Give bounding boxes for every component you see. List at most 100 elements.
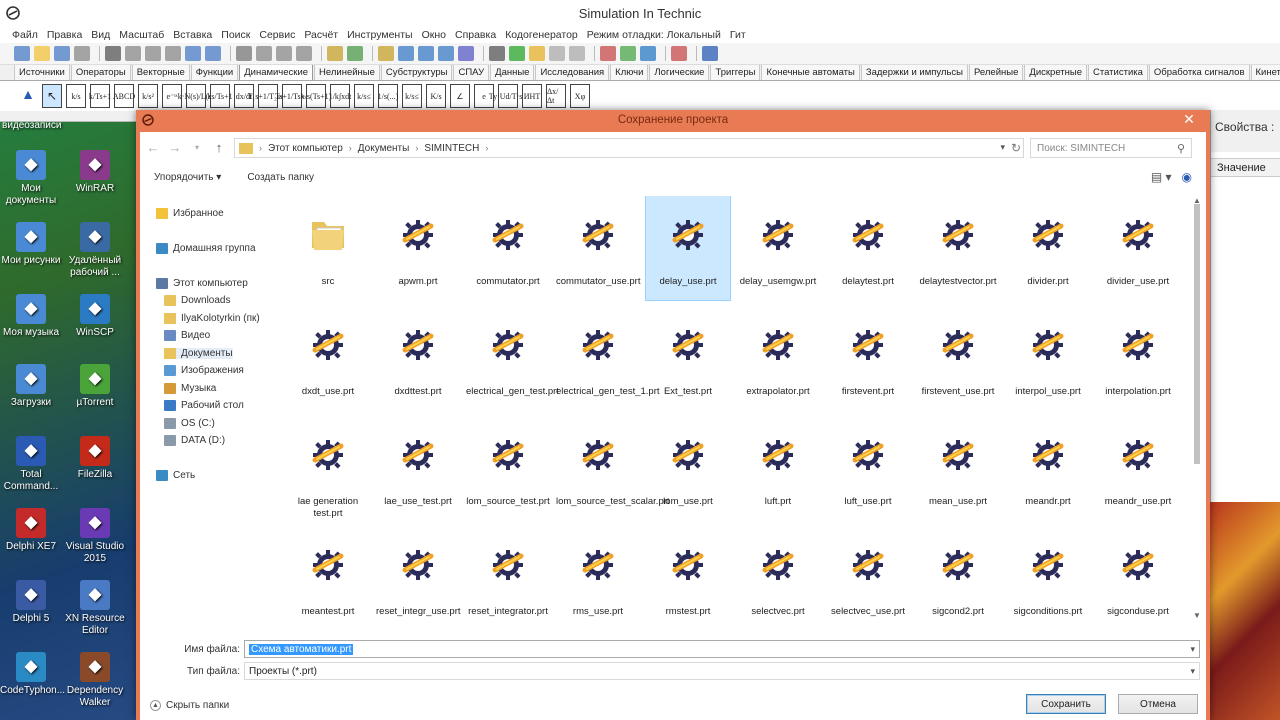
library-tab[interactable]: Обработка сигналов bbox=[1148, 65, 1250, 80]
file-item[interactable]: meandr.prt bbox=[1006, 416, 1090, 520]
file-item[interactable]: delay_usemgw.prt bbox=[736, 196, 820, 300]
library-tab[interactable]: Нелинейные bbox=[314, 65, 380, 80]
library-tab[interactable]: Триггеры bbox=[710, 65, 761, 80]
dynamic-block[interactable]: 1/k∫xdt bbox=[329, 84, 351, 108]
up-arrow-icon[interactable]: ↑ bbox=[210, 138, 228, 156]
desktop-icon-visual-studio[interactable]: ◆ Visual Studio 2015 bbox=[64, 508, 126, 565]
dynamic-block[interactable]: ks/Ts+1 bbox=[207, 84, 233, 108]
file-item[interactable]: firstevent.prt bbox=[826, 306, 910, 410]
file-item[interactable]: luft_use.prt bbox=[826, 416, 910, 520]
desktop-icon-utorrent[interactable]: ◆ µTorrent bbox=[64, 364, 126, 409]
file-item[interactable]: electrical_gen_test_1.prt bbox=[556, 306, 660, 410]
recent-chevron-icon[interactable]: ▾ bbox=[188, 138, 206, 156]
file-item[interactable]: lae_use_test.prt bbox=[376, 416, 460, 520]
file-item[interactable]: reset_integrator.prt bbox=[466, 526, 550, 630]
file-item[interactable]: apwm.prt bbox=[376, 196, 460, 300]
toolbar-button-icon[interactable] bbox=[458, 46, 474, 61]
menu-item[interactable]: Вид bbox=[91, 29, 110, 41]
search-input[interactable]: Поиск: SIMINTECH ⚲ bbox=[1030, 138, 1192, 158]
menu-item[interactable]: Расчёт bbox=[304, 29, 338, 41]
dynamic-block[interactable]: ABCD bbox=[113, 84, 135, 108]
save-button[interactable]: Сохранить bbox=[1026, 694, 1106, 714]
chevron-down-icon[interactable]: ▾ bbox=[1190, 666, 1195, 677]
menu-item[interactable]: Гит bbox=[730, 29, 746, 41]
scroll-down-arrow-icon[interactable]: ▼ bbox=[1192, 611, 1202, 620]
desktop-icon-delphi-xe7[interactable]: ◆ Delphi XE7 bbox=[0, 508, 62, 553]
file-item[interactable]: interpolation.prt bbox=[1096, 306, 1180, 410]
toolbar-button-icon[interactable] bbox=[14, 46, 30, 61]
file-item[interactable]: divider_use.prt bbox=[1096, 196, 1180, 300]
file-item[interactable]: sigconduse.prt bbox=[1096, 526, 1180, 630]
menu-item[interactable]: Окно bbox=[422, 29, 446, 41]
hide-folders-toggle[interactable]: ▲ Скрыть папки bbox=[150, 700, 229, 711]
toolbar-button-icon[interactable] bbox=[276, 46, 292, 61]
menu-item[interactable]: Поиск bbox=[221, 29, 250, 41]
nav-documents[interactable]: Документы bbox=[164, 347, 233, 359]
toolbar-button-icon[interactable] bbox=[327, 46, 343, 61]
library-tab[interactable]: Дискретные bbox=[1024, 65, 1087, 80]
toolbar-button-icon[interactable] bbox=[600, 46, 616, 61]
file-item[interactable]: rmstest.prt bbox=[646, 526, 730, 630]
toolbar-button-icon[interactable] bbox=[438, 46, 454, 61]
nav-drive-d[interactable]: DATA (D:) bbox=[164, 435, 225, 446]
toolbar-button-icon[interactable] bbox=[702, 46, 718, 61]
toolbar-button-icon[interactable] bbox=[489, 46, 505, 61]
scrollbar-thumb[interactable] bbox=[1194, 204, 1200, 464]
dynamic-block[interactable]: Ty·Ud/T·s·t bbox=[489, 84, 527, 108]
library-tab[interactable]: Релейные bbox=[969, 65, 1024, 80]
file-item[interactable]: rms_use.prt bbox=[556, 526, 640, 630]
file-item[interactable]: meantest.prt bbox=[286, 526, 370, 630]
desktop-icon-codetyphon[interactable]: ◆ CodeTyphon... bbox=[0, 652, 65, 697]
toolbar-button-icon[interactable] bbox=[378, 46, 394, 61]
forward-arrow-icon[interactable]: → bbox=[166, 138, 184, 156]
cancel-button[interactable]: Отмена bbox=[1118, 694, 1198, 714]
nav-network[interactable]: Сеть bbox=[156, 470, 195, 481]
file-item[interactable]: sigconditions.prt bbox=[1006, 526, 1090, 630]
dynamic-block[interactable]: ИНТ bbox=[522, 84, 542, 108]
dynamic-block[interactable]: Xφ bbox=[570, 84, 590, 108]
chevron-down-icon[interactable]: ▾ bbox=[1190, 644, 1195, 655]
desktop-icon-music[interactable]: ◆ Моя музыка bbox=[0, 294, 62, 339]
toolbar-button-icon[interactable] bbox=[529, 46, 545, 61]
menu-item[interactable]: Масштаб bbox=[119, 29, 164, 41]
breadcrumb-documents[interactable]: Документы bbox=[358, 143, 410, 154]
desktop-icon-documents[interactable]: ◆ Мои документы bbox=[0, 150, 62, 207]
dynamic-block[interactable]: ∠ bbox=[450, 84, 470, 108]
desktop-icon-xn-resource-editor[interactable]: ◆ XN Resource Editor bbox=[64, 580, 126, 637]
library-tab[interactable]: Данные bbox=[490, 65, 535, 80]
dynamic-block[interactable]: 1/s(...) bbox=[378, 84, 398, 108]
nav-user-folder[interactable]: IlyaKolotyrkin (пк) bbox=[164, 312, 260, 324]
toolbar-button-icon[interactable] bbox=[347, 46, 363, 61]
desktop-icon-downloads[interactable]: ◆ Загрузки bbox=[0, 364, 62, 409]
toolbar-button-icon[interactable] bbox=[54, 46, 70, 61]
breadcrumb-simintech[interactable]: SIMINTECH bbox=[424, 143, 479, 154]
file-type-select[interactable]: Проекты (*.prt) ▾ bbox=[244, 662, 1200, 680]
desktop-icon-winscp[interactable]: ◆ WinSCP bbox=[64, 294, 126, 339]
toolbar-button-icon[interactable] bbox=[296, 46, 312, 61]
dynamic-block[interactable]: k/s≤ bbox=[402, 84, 422, 108]
menu-item[interactable]: Вставка bbox=[173, 29, 212, 41]
toolbar-button-icon[interactable] bbox=[205, 46, 221, 61]
toolbar-button-icon[interactable] bbox=[671, 46, 687, 61]
dynamic-block[interactable]: Δx/Δt bbox=[546, 84, 566, 108]
nav-music[interactable]: Музыка bbox=[164, 382, 216, 394]
dynamic-block[interactable]: k·N(s)/L(s) bbox=[178, 84, 214, 108]
menu-item[interactable]: Файл bbox=[12, 29, 38, 41]
toolbar-button-icon[interactable] bbox=[509, 46, 525, 61]
library-tab[interactable]: Логические bbox=[649, 65, 710, 80]
toolbar-button-icon[interactable] bbox=[105, 46, 121, 61]
organize-button[interactable]: Упорядочить ▾ bbox=[154, 172, 221, 183]
library-tab[interactable]: Функции bbox=[190, 65, 239, 80]
file-item[interactable]: commutator.prt bbox=[466, 196, 550, 300]
toolbar-button-icon[interactable] bbox=[125, 46, 141, 61]
menu-item[interactable]: Правка bbox=[47, 29, 82, 41]
breadcrumb-this-pc[interactable]: Этот компьютер bbox=[268, 143, 343, 154]
toolbar-button-icon[interactable] bbox=[185, 46, 201, 61]
library-tab[interactable]: Исследования bbox=[535, 65, 610, 80]
menu-item[interactable]: Инструменты bbox=[347, 29, 412, 41]
menu-item[interactable]: Сервис bbox=[259, 29, 295, 41]
desktop-icon-delphi5[interactable]: ◆ Delphi 5 bbox=[0, 580, 62, 625]
address-bar[interactable]: › Этот компьютер › Документы › SIMINTECH… bbox=[234, 138, 1024, 158]
file-item[interactable]: divider.prt bbox=[1006, 196, 1090, 300]
library-tab[interactable]: Источники bbox=[14, 65, 70, 80]
